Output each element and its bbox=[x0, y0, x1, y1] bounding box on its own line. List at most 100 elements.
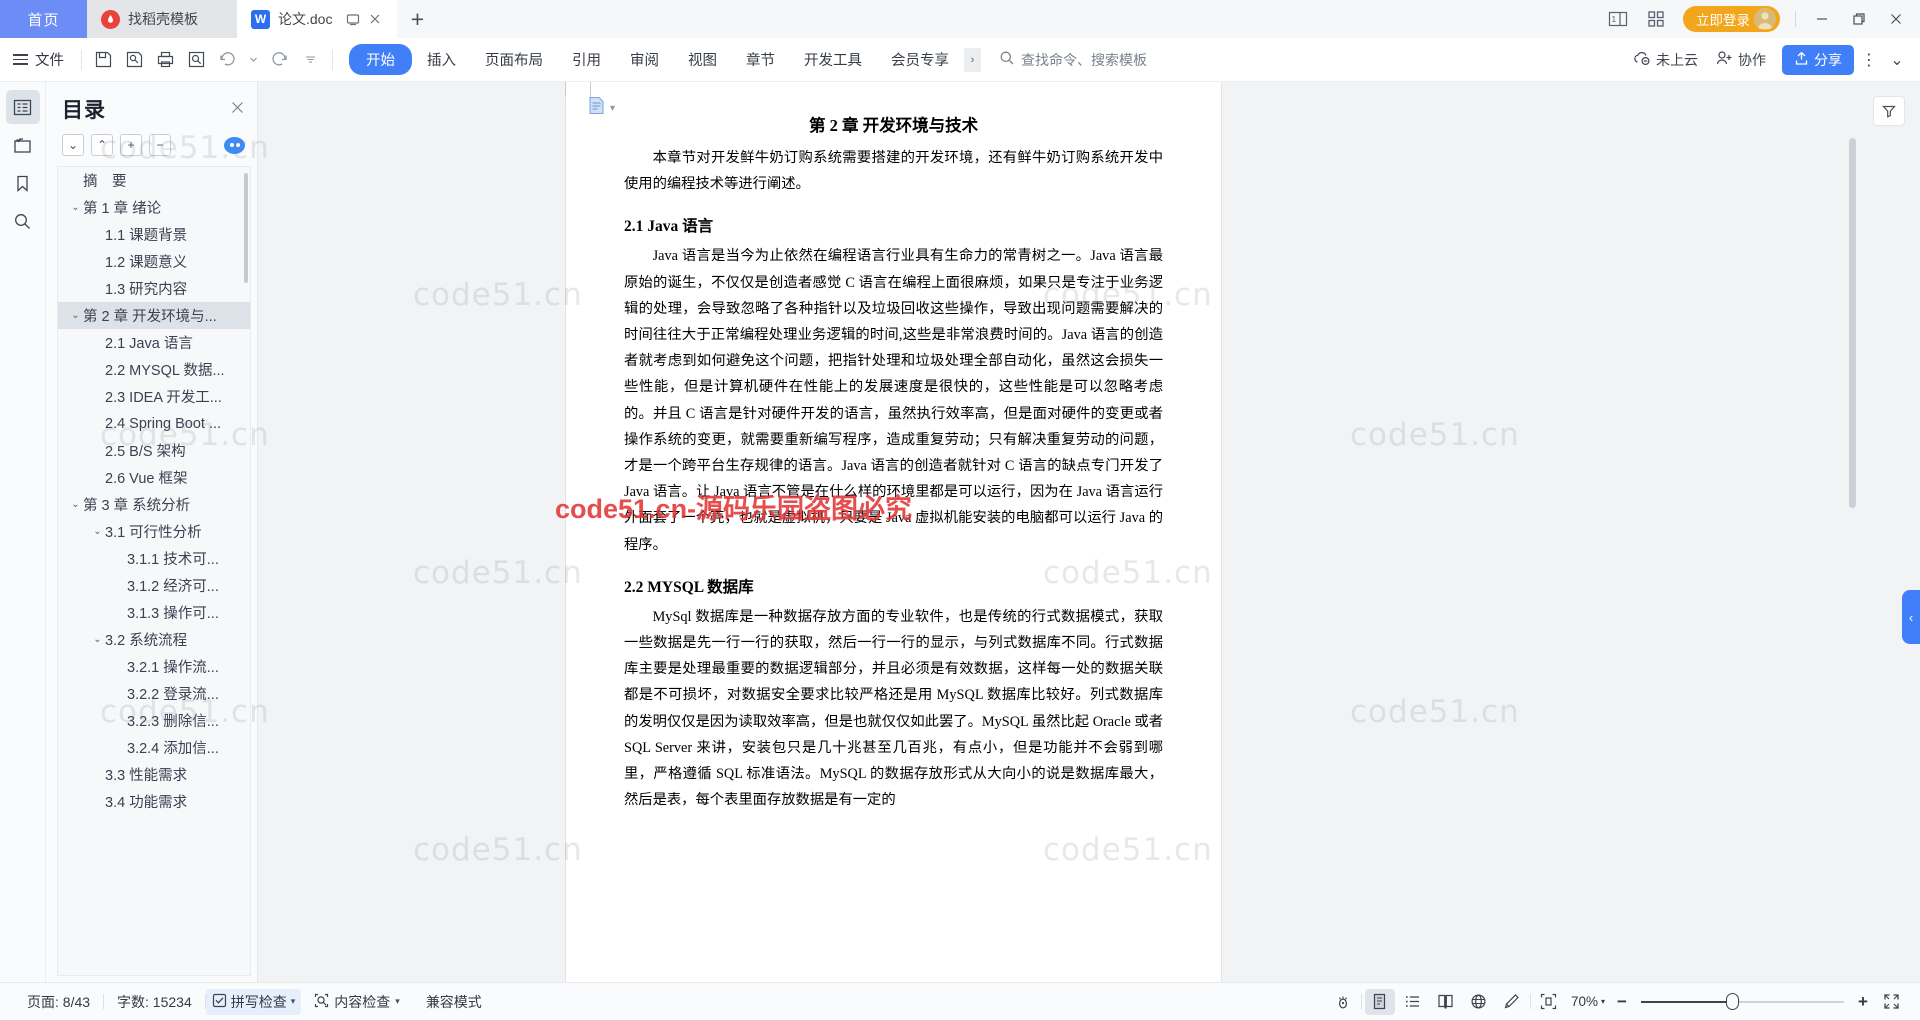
undo-dropdown-icon[interactable] bbox=[243, 45, 264, 75]
compat-mode-label-wrap[interactable]: 兼容模式 bbox=[413, 992, 495, 1012]
customize-quick-access-icon[interactable] bbox=[295, 45, 326, 75]
zoom-out-button[interactable]: − bbox=[1612, 992, 1632, 1012]
outline-item[interactable]: 2.1 Java 语言 bbox=[58, 329, 250, 356]
search-input[interactable]: 查找命令、搜索模板 bbox=[999, 50, 1147, 70]
apps-grid-icon[interactable] bbox=[1639, 0, 1673, 38]
zoom-caret[interactable]: ▾ bbox=[1601, 997, 1605, 1006]
minimize-button[interactable] bbox=[1805, 0, 1838, 38]
outline-item[interactable]: 2.6 Vue 框架 bbox=[58, 464, 250, 491]
cloud-status-button[interactable]: 未上云 bbox=[1625, 46, 1706, 74]
maximize-button[interactable] bbox=[1842, 0, 1875, 38]
home-tab[interactable]: 首页 bbox=[0, 0, 87, 38]
panel-toggle-icon[interactable]: 1 bbox=[1601, 0, 1635, 38]
outline-item-caret[interactable]: ⌄ bbox=[68, 202, 83, 213]
ribbon-tabs-overflow-button[interactable]: › bbox=[964, 47, 981, 72]
restore-tab-icon[interactable] bbox=[346, 12, 360, 26]
ribbon-collapse-button[interactable]: ⌄ bbox=[1884, 50, 1910, 70]
outline-item[interactable]: 2.5 B/S 架构 bbox=[58, 437, 250, 464]
outline-item[interactable]: ⌄ 第 2 章 开发环境与... bbox=[58, 302, 250, 329]
collapse-up-button[interactable]: ⌃ bbox=[91, 134, 113, 156]
ribbon-tab-section[interactable]: 章节 bbox=[732, 44, 789, 75]
outline-item[interactable]: 摘 要 bbox=[58, 167, 250, 194]
outline-item[interactable]: 3.1.1 技术可... bbox=[58, 545, 250, 572]
document-tab-docer[interactable]: 找稻壳模板 bbox=[87, 0, 237, 38]
expand-down-button[interactable]: ⌄ bbox=[62, 134, 84, 156]
writing-mode-icon[interactable] bbox=[1497, 989, 1527, 1015]
outline-item-caret[interactable]: ⌄ bbox=[68, 499, 83, 510]
ribbon-tab-start[interactable]: 开始 bbox=[349, 44, 412, 75]
new-tab-button[interactable]: + bbox=[397, 0, 437, 38]
collaborate-button[interactable]: 协作 bbox=[1708, 46, 1774, 74]
zoom-slider[interactable] bbox=[1641, 993, 1844, 1010]
redo-icon[interactable] bbox=[264, 45, 295, 75]
ribbon-tab-references[interactable]: 引用 bbox=[558, 44, 615, 75]
file-menu-button[interactable]: 文件 bbox=[0, 49, 75, 70]
ribbon-tab-dev-tools[interactable]: 开发工具 bbox=[790, 44, 876, 75]
ribbon-more-button[interactable]: ⋮ bbox=[1856, 50, 1882, 70]
print-icon[interactable] bbox=[150, 45, 181, 75]
document-page[interactable]: ▾ 第 2 章 开发环境与技术 本章节对开发鲜牛奶订购系统需要搭建的开发环境，还… bbox=[565, 82, 1221, 982]
ribbon-tab-member[interactable]: 会员专享 bbox=[877, 44, 963, 75]
document-canvas[interactable]: ▾ 第 2 章 开发环境与技术 本章节对开发鲜牛奶订购系统需要搭建的开发环境，还… bbox=[258, 82, 1858, 982]
login-button[interactable]: 立即登录 bbox=[1683, 6, 1780, 32]
outline-scrollbar[interactable] bbox=[244, 173, 248, 283]
expand-all-button[interactable]: + bbox=[120, 134, 142, 156]
outline-item-caret[interactable]: ⌄ bbox=[68, 310, 83, 321]
ribbon-tab-insert[interactable]: 插入 bbox=[413, 44, 470, 75]
outline-item[interactable]: ⌄ 第 3 章 系统分析 bbox=[58, 491, 250, 518]
outline-item[interactable]: 3.1.3 操作可... bbox=[58, 599, 250, 626]
undo-icon[interactable] bbox=[212, 45, 243, 75]
page-indicator[interactable]: 页面: 8/43 bbox=[14, 992, 103, 1012]
outline-item[interactable]: 3.1.2 经济可... bbox=[58, 572, 250, 599]
outline-item[interactable]: ⌄ 3.2 系统流程 bbox=[58, 626, 250, 653]
outline-item[interactable]: 3.2.1 操作流... bbox=[58, 653, 250, 680]
find-icon[interactable] bbox=[181, 45, 212, 75]
web-view-icon[interactable] bbox=[1464, 989, 1494, 1015]
share-button[interactable]: 分享 bbox=[1782, 44, 1854, 75]
word-count[interactable]: 字数: 15234 bbox=[104, 992, 205, 1012]
close-tab-icon[interactable] bbox=[369, 13, 381, 25]
fit-page-icon[interactable] bbox=[1534, 989, 1564, 1015]
outline-item[interactable]: 3.4 功能需求 bbox=[58, 788, 250, 815]
document-scrollbar[interactable] bbox=[1849, 138, 1856, 508]
outline-item[interactable]: 2.4 Spring Boot ... bbox=[58, 410, 250, 437]
document-tab-paper[interactable]: W 论文.doc bbox=[237, 0, 398, 38]
outline-item[interactable]: 3.2.2 登录流... bbox=[58, 680, 250, 707]
outline-item[interactable]: ⌄ 3.1 可行性分析 bbox=[58, 518, 250, 545]
ribbon-tab-view[interactable]: 视图 bbox=[674, 44, 731, 75]
collapse-all-button[interactable]: − bbox=[149, 134, 171, 156]
reading-view-icon[interactable] bbox=[1431, 989, 1461, 1015]
section-mark-button[interactable]: ▾ bbox=[588, 96, 615, 120]
outline-item[interactable]: 3.2.3 删除信... bbox=[58, 707, 250, 734]
zoom-slider-knob[interactable] bbox=[1726, 993, 1739, 1010]
content-check-caret[interactable]: ▾ bbox=[395, 996, 400, 1007]
chapter-panel-icon[interactable] bbox=[6, 128, 40, 162]
page-view-icon[interactable] bbox=[1364, 988, 1395, 1015]
search-panel-icon[interactable] bbox=[6, 204, 40, 238]
outline-item-caret[interactable]: ⌄ bbox=[90, 526, 105, 537]
save-icon[interactable] bbox=[88, 45, 119, 75]
fullscreen-icon[interactable] bbox=[1876, 989, 1906, 1015]
outline-item[interactable]: 3.3 性能需求 bbox=[58, 761, 250, 788]
ribbon-tab-page-layout[interactable]: 页面布局 bbox=[471, 44, 557, 75]
outline-view-icon[interactable] bbox=[1398, 989, 1428, 1015]
ribbon-tab-review[interactable]: 审阅 bbox=[616, 44, 673, 75]
print-preview-icon[interactable] bbox=[119, 45, 150, 75]
spellcheck-caret[interactable]: ▾ bbox=[291, 996, 296, 1007]
outline-item[interactable]: 3.2.4 添加信... bbox=[58, 734, 250, 761]
close-button[interactable] bbox=[1879, 0, 1912, 38]
panel-expand-tab[interactable]: ‹ bbox=[1902, 590, 1920, 644]
outline-item[interactable]: 2.2 MYSQL 数据... bbox=[58, 356, 250, 383]
outline-panel-icon[interactable] bbox=[5, 90, 40, 124]
zoom-level[interactable]: 70% ▾ bbox=[1567, 994, 1609, 1009]
comment-filter-icon[interactable] bbox=[1873, 96, 1905, 126]
outline-item[interactable]: 1.2 课题意义 bbox=[58, 248, 250, 275]
outline-item-list[interactable]: 摘 要 ⌄ 第 1 章 绪论 1.1 课题背景 1.2 课题意义 1.3 研究内容 ⌄ 第 2… bbox=[57, 166, 251, 976]
spellcheck-button[interactable]: 拼写检查 ▾ bbox=[205, 988, 302, 1015]
zoom-in-button[interactable]: + bbox=[1853, 992, 1873, 1012]
focus-mode-icon[interactable] bbox=[1328, 989, 1358, 1015]
eye-toggle-icon[interactable] bbox=[224, 136, 245, 154]
outline-item[interactable]: 1.3 研究内容 bbox=[58, 275, 250, 302]
outline-item[interactable]: 1.1 课题背景 bbox=[58, 221, 250, 248]
outline-item[interactable]: ⌄ 第 1 章 绪论 bbox=[58, 194, 250, 221]
